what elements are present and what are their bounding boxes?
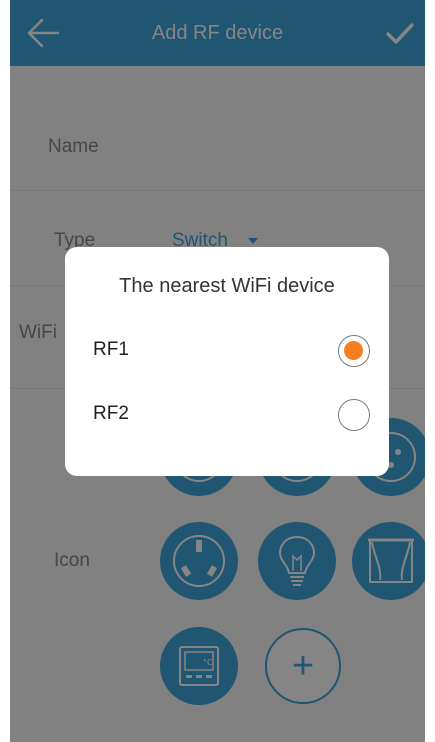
radio-dot: [344, 341, 363, 360]
radio-selected-icon[interactable]: [338, 335, 370, 367]
app-screen: Add RF device Name Type Switch WiFi Icon…: [10, 0, 425, 742]
wifi-device-dialog: The nearest WiFi device RF1 RF2: [65, 247, 389, 476]
radio-unselected-icon[interactable]: [338, 399, 370, 431]
dialog-title: The nearest WiFi device: [119, 275, 335, 297]
option-label: RF2: [93, 403, 129, 424]
option-label: RF1: [93, 339, 129, 360]
option-rf2[interactable]: RF2: [65, 387, 389, 443]
option-rf1[interactable]: RF1: [65, 323, 389, 379]
